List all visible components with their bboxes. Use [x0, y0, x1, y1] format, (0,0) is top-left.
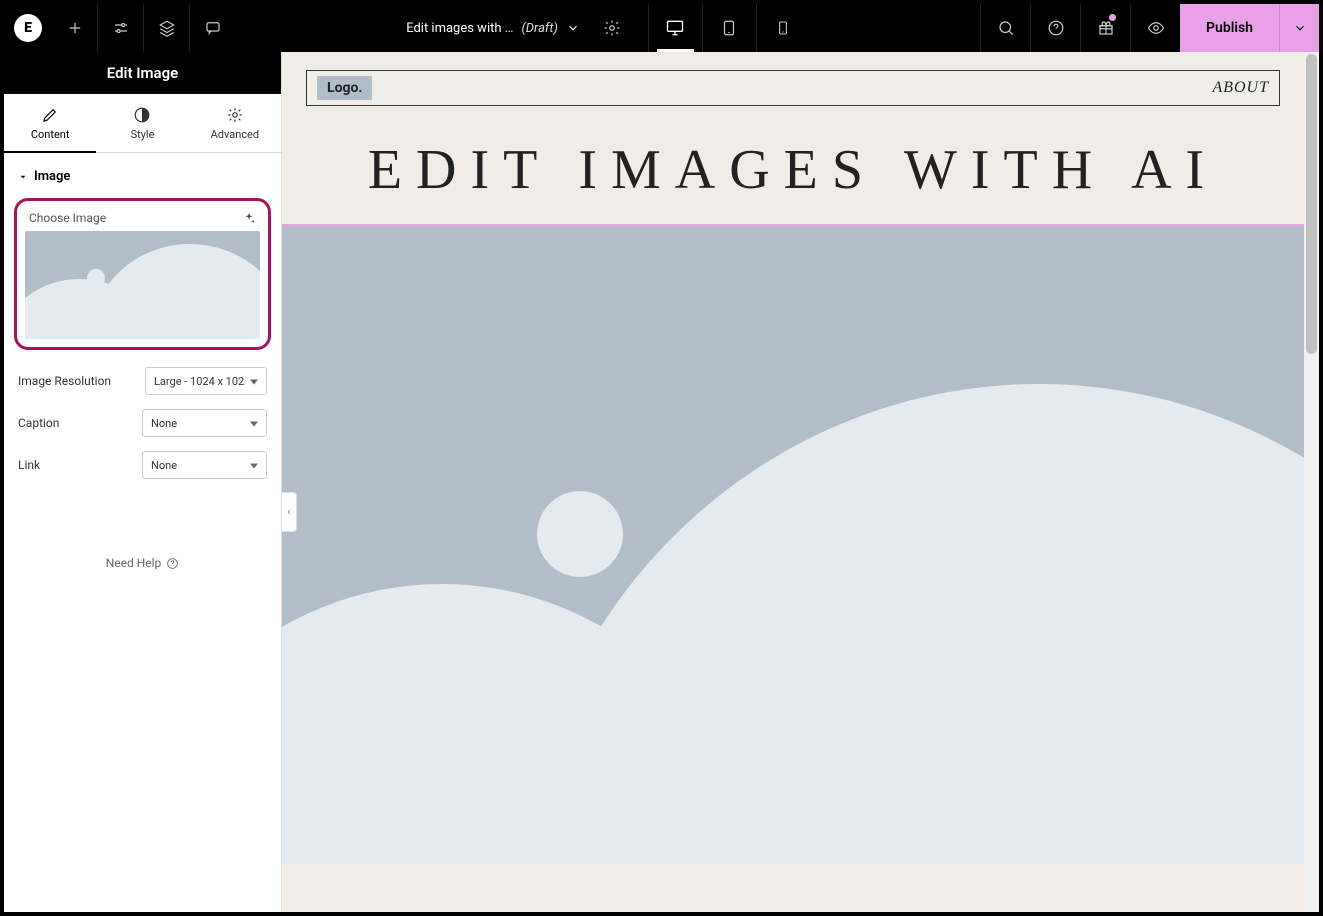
sliders-icon: [112, 19, 130, 37]
scrollbar[interactable]: [1304, 52, 1319, 912]
gift-icon: [1097, 19, 1115, 37]
elementor-logo[interactable]: E: [4, 4, 52, 52]
draft-label: (Draft): [521, 21, 557, 36]
desktop-icon: [665, 18, 685, 38]
caption-label: Caption: [18, 416, 142, 430]
page-title-group[interactable]: Edit images with … (Draft): [406, 21, 580, 36]
tab-style[interactable]: Style: [96, 94, 188, 152]
sidebar: Edit Image Content Style Advanced: [4, 52, 282, 912]
resolution-select[interactable]: Large - 1024 x 102: [145, 367, 267, 395]
notes-button[interactable]: [190, 4, 236, 52]
gear-icon: [226, 106, 244, 124]
preview-button[interactable]: [1130, 4, 1180, 52]
choose-image-label: Choose Image: [29, 211, 106, 225]
pencil-icon: [41, 106, 59, 124]
plus-icon: [66, 19, 84, 37]
device-desktop[interactable]: [648, 4, 702, 52]
add-button[interactable]: [52, 4, 98, 52]
caption-select[interactable]: None: [142, 409, 267, 437]
sidebar-tabs: Content Style Advanced: [4, 94, 281, 153]
layers-icon: [158, 19, 176, 37]
caret-down-icon: [18, 172, 28, 182]
image-widget[interactable]: [282, 224, 1304, 864]
scrollbar-thumb[interactable]: [1306, 54, 1317, 354]
site-logo[interactable]: Logo.: [317, 76, 372, 100]
gear-icon: [603, 19, 621, 37]
hero-title[interactable]: EDIT IMAGES WITH AI: [282, 138, 1304, 202]
gift-dot: [1109, 14, 1116, 21]
search-button[interactable]: [980, 4, 1030, 52]
need-help-link[interactable]: Need Help: [4, 556, 281, 570]
chat-icon: [204, 19, 222, 37]
device-tablet[interactable]: [702, 4, 756, 52]
tab-advanced[interactable]: Advanced: [189, 94, 281, 152]
sidebar-header: Edit Image: [4, 52, 281, 94]
mobile-icon: [775, 20, 791, 36]
eye-icon: [1147, 19, 1165, 37]
tab-content[interactable]: Content: [4, 94, 96, 152]
structure-button[interactable]: [144, 4, 190, 52]
link-label: Link: [18, 458, 142, 472]
device-mobile[interactable]: [756, 4, 810, 52]
topbar: E Edit images with … (Draft): [4, 4, 1319, 52]
ai-sparkle-icon[interactable]: [242, 211, 256, 225]
canvas[interactable]: Logo. ABOUT EDIT IMAGES WITH AI: [282, 52, 1304, 912]
publish-options[interactable]: [1279, 4, 1319, 52]
gift-button[interactable]: [1080, 4, 1130, 52]
link-select[interactable]: None: [142, 451, 267, 479]
site-header[interactable]: Logo. ABOUT: [306, 70, 1280, 106]
canvas-wrap: Logo. ABOUT EDIT IMAGES WITH AI: [282, 52, 1319, 912]
publish-button[interactable]: Publish: [1180, 4, 1279, 52]
collapse-sidebar-handle[interactable]: [282, 492, 297, 532]
chevron-down-icon: [566, 21, 580, 35]
image-placeholder[interactable]: [25, 231, 260, 339]
page-settings-button[interactable]: [588, 4, 636, 52]
help-icon: [166, 557, 179, 570]
section-image-header[interactable]: Image: [18, 169, 267, 184]
about-link[interactable]: ABOUT: [1212, 79, 1269, 97]
settings-button[interactable]: [98, 4, 144, 52]
resolution-label: Image Resolution: [18, 374, 145, 388]
choose-image-box: Choose Image: [14, 198, 271, 350]
contrast-icon: [133, 106, 151, 124]
tablet-icon: [720, 19, 738, 37]
chevron-left-icon: [285, 507, 293, 517]
page-title: Edit images with …: [406, 21, 513, 36]
help-button[interactable]: [1030, 4, 1080, 52]
search-icon: [997, 19, 1015, 37]
chevron-down-icon: [1293, 21, 1307, 35]
help-icon: [1047, 19, 1065, 37]
